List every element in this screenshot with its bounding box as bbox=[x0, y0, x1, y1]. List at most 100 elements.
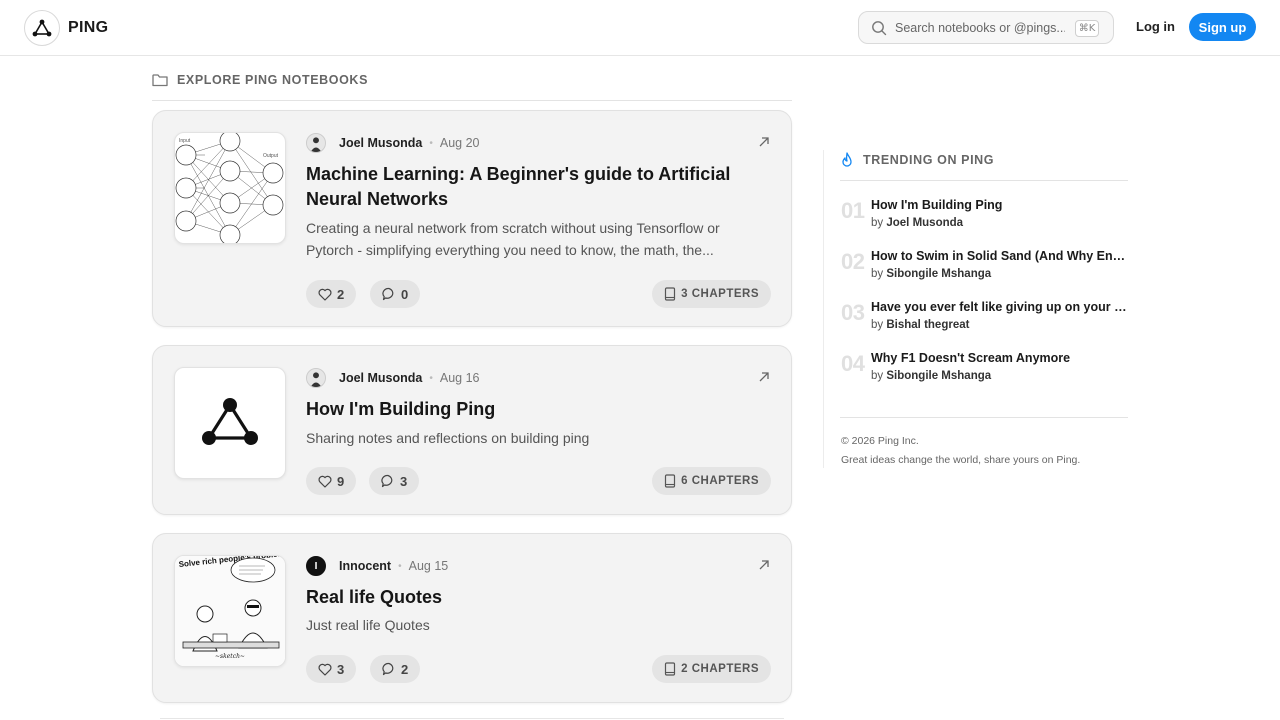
post-date: Aug 20 bbox=[439, 136, 480, 150]
comment-count: 2 bbox=[401, 661, 409, 677]
notebook-thumbnail-neural-network: Input Output bbox=[174, 132, 286, 244]
notebook-description: Creating a neural network from scratch w… bbox=[306, 220, 720, 258]
trending-author[interactable]: Sibongile Mshanga bbox=[886, 370, 991, 382]
trending-rank: 01 bbox=[841, 198, 865, 223]
notebook-thumbnail-quotes-illustration: Solve rich people's problem, they pay be… bbox=[174, 555, 286, 667]
book-icon bbox=[665, 474, 676, 488]
avatar[interactable] bbox=[306, 133, 326, 153]
list-divider bbox=[160, 718, 784, 719]
like-button[interactable]: 9 bbox=[306, 467, 357, 495]
trending-item[interactable]: 03 Have you ever felt like giving up on … bbox=[840, 300, 1128, 340]
card-meta: Joel Musonda • Aug 20 bbox=[306, 133, 479, 153]
folder-icon bbox=[152, 74, 168, 87]
trending-title[interactable]: Have you ever felt like giving up on you… bbox=[871, 300, 1127, 314]
heart-icon bbox=[318, 475, 332, 488]
app-name: PING bbox=[68, 19, 109, 36]
logo[interactable]: PING bbox=[24, 10, 108, 46]
login-link[interactable]: Log in bbox=[1136, 19, 1175, 34]
like-button[interactable]: 2 bbox=[306, 280, 357, 308]
meta-separator: • bbox=[398, 560, 402, 572]
trending-title[interactable]: Why F1 Doesn't Scream Anymore bbox=[871, 351, 1127, 365]
chapters-button[interactable]: 6 CHAPTERS bbox=[652, 467, 771, 495]
notebook-description: Sharing notes and reflections on buildin… bbox=[306, 430, 590, 446]
notebook-card[interactable]: Input Output Joel Musonda • Aug 20 Machi… bbox=[152, 110, 792, 327]
open-arrow-icon[interactable] bbox=[757, 370, 771, 384]
signup-button[interactable]: Sign up bbox=[1189, 13, 1256, 41]
chapter-count: 6 CHAPTERS bbox=[681, 475, 759, 487]
like-count: 3 bbox=[337, 661, 345, 677]
trending-byline: by Joel Musonda bbox=[871, 217, 964, 229]
avatar[interactable]: I bbox=[306, 556, 326, 576]
sidebar-divider bbox=[823, 150, 824, 468]
search-box[interactable]: ⌘K bbox=[858, 11, 1114, 44]
open-arrow-icon[interactable] bbox=[757, 135, 771, 149]
trending-item[interactable]: 04 Why F1 Doesn't Scream Anymore by Sibo… bbox=[840, 351, 1128, 391]
comment-button[interactable]: 2 bbox=[370, 655, 421, 683]
trending-author[interactable]: Joel Musonda bbox=[886, 217, 963, 229]
footer-divider bbox=[840, 417, 1128, 418]
trending-item[interactable]: 02 How to Swim in Solid Sand (And Why En… bbox=[840, 249, 1128, 289]
comment-icon bbox=[381, 474, 393, 488]
comment-icon bbox=[382, 662, 394, 676]
notebook-card[interactable]: Joel Musonda • Aug 16 How I'm Building P… bbox=[152, 345, 792, 515]
search-input[interactable] bbox=[895, 20, 1065, 35]
trending-title[interactable]: How I'm Building Ping bbox=[871, 198, 1127, 212]
trending-rank: 02 bbox=[841, 249, 865, 274]
book-icon bbox=[665, 662, 676, 676]
top-navigation-bar: PING ⌘K Log in Sign up bbox=[0, 0, 1280, 56]
chapters-button[interactable]: 2 CHAPTERS bbox=[652, 655, 771, 683]
trending-header: TRENDING ON PING bbox=[840, 150, 1128, 181]
notebook-title[interactable]: How I'm Building Ping bbox=[306, 397, 756, 422]
chapters-button[interactable]: 3 CHAPTERS bbox=[652, 280, 771, 308]
notebook-title[interactable]: Real life Quotes bbox=[306, 585, 756, 610]
notebook-card[interactable]: Solve rich people's problem, they pay be… bbox=[152, 533, 792, 703]
post-date: Aug 16 bbox=[439, 371, 480, 385]
trending-item[interactable]: 01 How I'm Building Ping by Joel Musonda bbox=[840, 198, 1128, 238]
open-arrow-icon[interactable] bbox=[757, 558, 771, 572]
meta-separator: • bbox=[429, 137, 433, 149]
ping-logo-icon bbox=[24, 10, 60, 46]
trending-rank: 04 bbox=[841, 351, 865, 376]
thumb-input-label: Input bbox=[179, 138, 191, 144]
heart-icon bbox=[318, 288, 332, 301]
search-icon bbox=[872, 20, 887, 35]
trending-title[interactable]: How to Swim in Solid Sand (And Why Engi.… bbox=[871, 249, 1127, 263]
card-meta: Joel Musonda • Aug 16 bbox=[306, 368, 479, 388]
thumb-output-label: Output bbox=[263, 153, 279, 159]
trending-author[interactable]: Bishal thegreat bbox=[886, 319, 969, 331]
trending-byline: by Sibongile Mshanga bbox=[871, 370, 992, 382]
notebook-description: Just real life Quotes bbox=[306, 617, 430, 633]
card-meta: I Innocent • Aug 15 bbox=[306, 556, 448, 576]
post-date: Aug 15 bbox=[408, 559, 449, 573]
keyboard-shortcut-badge: ⌘K bbox=[1075, 20, 1099, 37]
comment-button[interactable]: 3 bbox=[369, 467, 420, 495]
explore-header: EXPLORE PING NOTEBOOKS bbox=[152, 70, 792, 101]
trending-rank: 03 bbox=[841, 300, 865, 325]
trending-byline: by Bishal thegreat bbox=[871, 319, 970, 331]
like-button[interactable]: 3 bbox=[306, 655, 357, 683]
author-name[interactable]: Innocent bbox=[339, 559, 391, 573]
meta-separator: • bbox=[429, 372, 433, 384]
footer-tagline: Great ideas change the world, share your… bbox=[841, 454, 1081, 466]
avatar-initial: I bbox=[314, 560, 318, 572]
chapter-count: 3 CHAPTERS bbox=[681, 288, 759, 300]
trending-author[interactable]: Sibongile Mshanga bbox=[886, 268, 991, 280]
avatar[interactable] bbox=[306, 368, 326, 388]
author-name[interactable]: Joel Musonda bbox=[339, 136, 422, 150]
trending-label: TRENDING ON PING bbox=[863, 153, 995, 167]
explore-label: EXPLORE PING NOTEBOOKS bbox=[177, 73, 369, 87]
trending-byline: by Sibongile Mshanga bbox=[871, 268, 992, 280]
book-icon bbox=[665, 287, 676, 301]
notebook-title[interactable]: Machine Learning: A Beginner's guide to … bbox=[306, 162, 756, 212]
heart-icon bbox=[318, 663, 332, 676]
comment-count: 3 bbox=[400, 473, 408, 489]
comment-button[interactable]: 0 bbox=[370, 280, 421, 308]
like-count: 9 bbox=[337, 473, 345, 489]
like-count: 2 bbox=[337, 286, 345, 302]
chapter-count: 2 CHAPTERS bbox=[681, 663, 759, 675]
author-name[interactable]: Joel Musonda bbox=[339, 371, 422, 385]
copyright: © 2026 Ping Inc. bbox=[841, 435, 919, 447]
comment-icon bbox=[382, 287, 394, 301]
comment-count: 0 bbox=[401, 286, 409, 302]
notebook-thumbnail-ping-logo bbox=[174, 367, 286, 479]
